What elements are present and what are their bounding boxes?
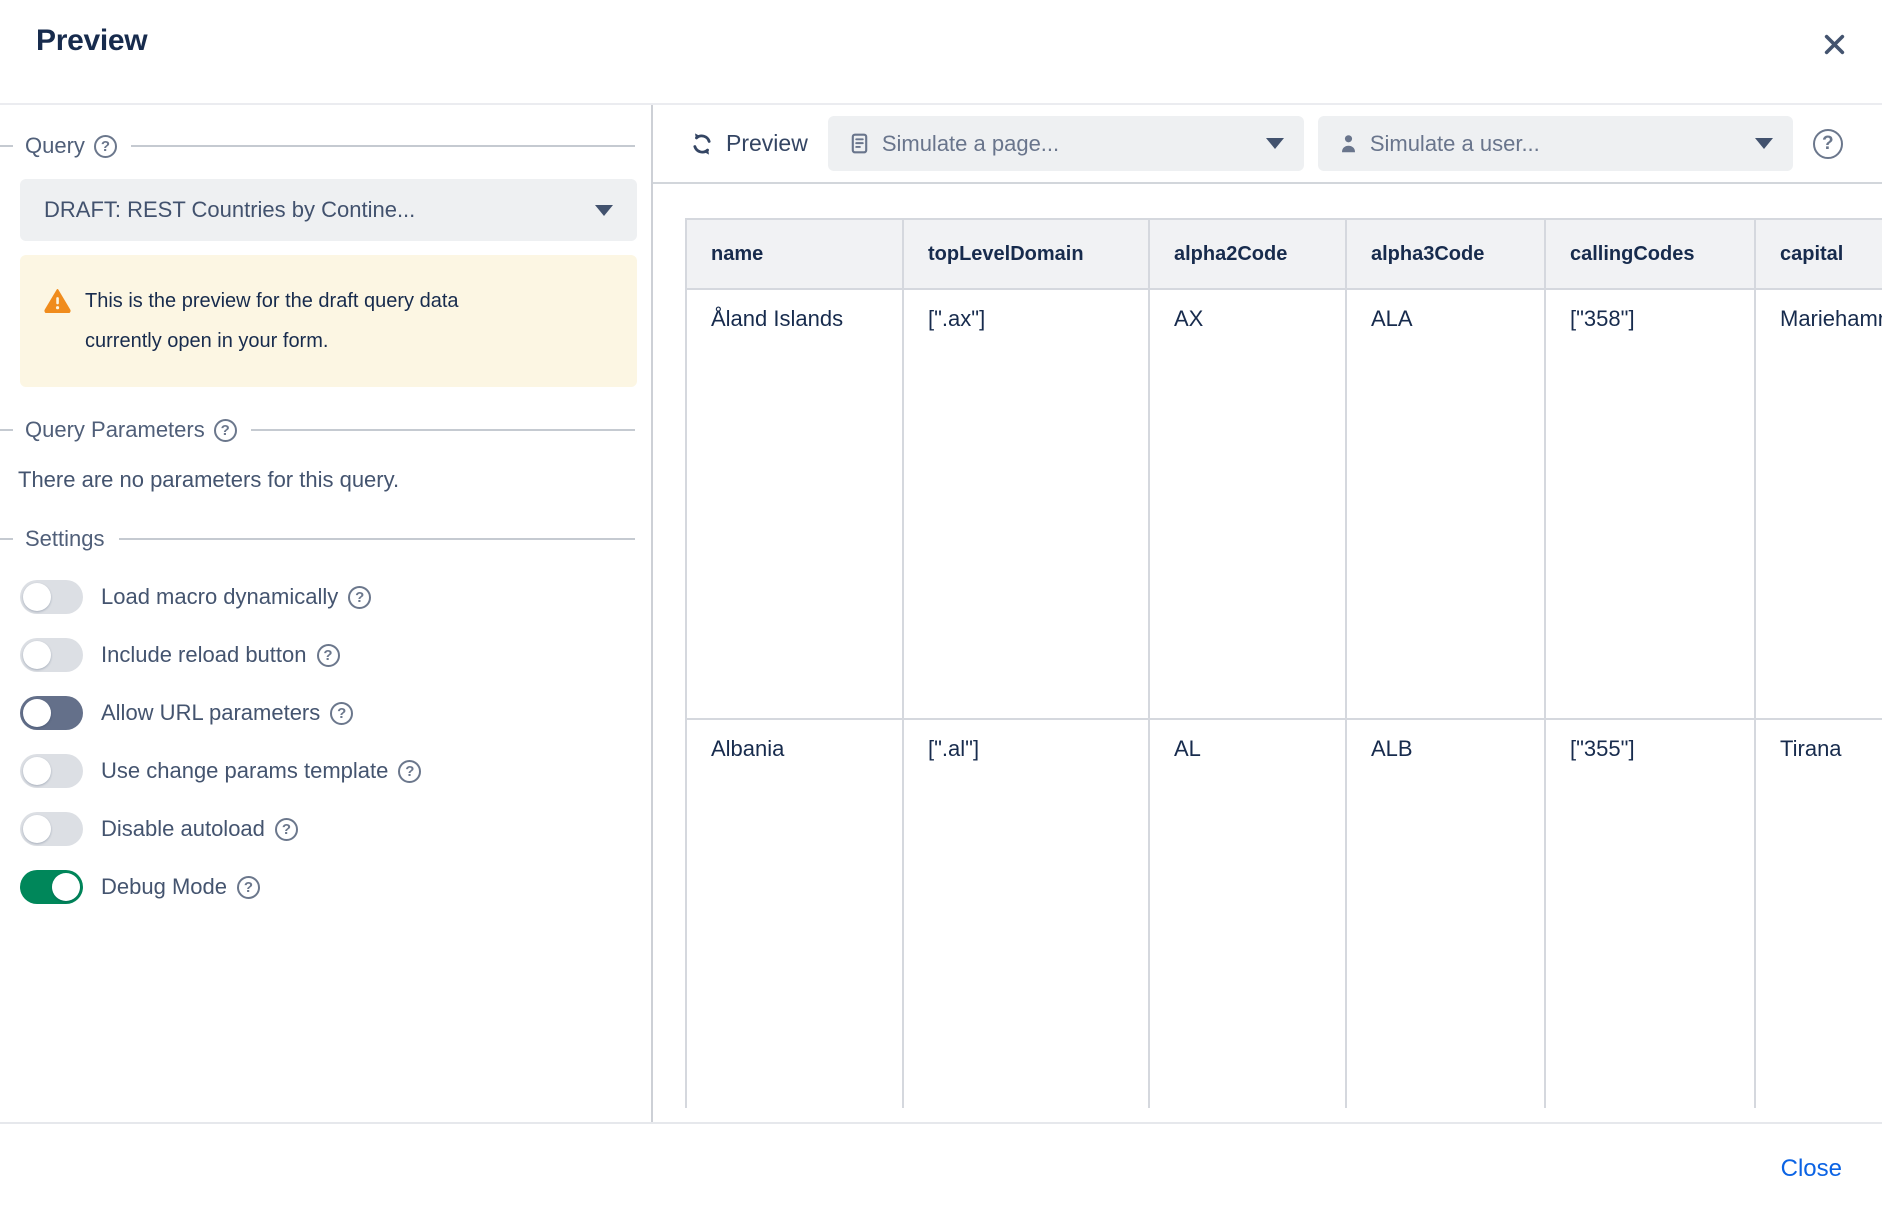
query-selected-value: DRAFT: REST Countries by Contine... [44,197,595,223]
table-cell: Tirana [1755,719,1882,1108]
table-cell: ALA [1346,289,1545,719]
toggle-label: Load macro dynamically [101,584,338,610]
query-select-dropdown[interactable]: DRAFT: REST Countries by Contine... [20,179,637,241]
legend-dash [0,429,13,431]
toggle-switch[interactable] [20,754,83,788]
modal-header: Preview [0,0,1882,105]
table-header-row: nametopLevelDomainalpha2Codealpha3Codeca… [686,219,1882,289]
chevron-down-icon [1755,138,1773,149]
help-icon[interactable]: ? [275,818,298,841]
toggle-knob [23,699,51,727]
legend-dash [0,538,13,540]
table-cell: [".al"] [903,719,1149,1108]
table-cell: ["355"] [1545,719,1755,1108]
results-table-viewport: nametopLevelDomainalpha2Codealpha3Codeca… [685,218,1882,1108]
simulate-page-dropdown[interactable]: Simulate a page... [828,116,1304,171]
legend-dash [0,145,13,147]
toggle-switch[interactable] [20,696,83,730]
refresh-icon [689,131,715,157]
column-header: alpha2Code [1149,219,1346,289]
setting-toggle-row: Include reload button ? [0,626,635,684]
no-parameters-message: There are no parameters for this query. [18,467,635,493]
help-icon[interactable]: ? [317,644,340,667]
help-icon[interactable]: ? [214,419,237,442]
page-icon [848,132,871,155]
toggle-knob [23,815,51,843]
toggle-switch[interactable] [20,638,83,672]
help-icon[interactable]: ? [1813,129,1843,159]
toggle-knob [23,757,51,785]
close-icon-button[interactable] [1818,28,1850,60]
modal-body: Query ? DRAFT: REST Countries by Contine… [0,105,1882,1122]
toggle-knob [23,583,51,611]
settings-section-legend: Settings [0,526,635,552]
warning-icon [44,288,71,313]
left-panel: Query ? DRAFT: REST Countries by Contine… [0,105,653,1122]
toggle-label: Allow URL parameters [101,700,320,726]
legend-line [131,145,635,147]
setting-toggle-row: Debug Mode ? [0,858,635,916]
preview-toolbar: Preview Simulate a page... [653,105,1882,184]
table-cell: Åland Islands [686,289,903,719]
table-row: Albania[".al"]ALALB["355"]Tirana [686,719,1882,1108]
preview-refresh-button[interactable]: Preview [689,130,808,157]
chevron-down-icon [595,205,613,216]
toggle-label: Include reload button [101,642,307,668]
simulate-user-dropdown[interactable]: Simulate a user... [1318,116,1793,171]
query-parameters-legend-label: Query Parameters [25,417,205,443]
column-header: capital [1755,219,1882,289]
toggle-switch[interactable] [20,870,83,904]
toggle-knob [23,641,51,669]
table-row: Åland Islands[".ax"]AXALA["358"]Marieham… [686,289,1882,719]
query-section-legend: Query ? [0,133,635,159]
warning-message: This is the preview for the draft query … [85,281,530,361]
toggle-switch[interactable] [20,580,83,614]
query-parameters-section-legend: Query Parameters ? [0,417,635,443]
toggle-switch[interactable] [20,812,83,846]
settings-legend-label: Settings [25,526,105,552]
settings-toggle-list: Load macro dynamically ? Include reload … [0,568,635,916]
table-cell: AX [1149,289,1346,719]
draft-warning-banner: This is the preview for the draft query … [20,255,637,387]
toggle-label: Disable autoload [101,816,265,842]
right-panel: Preview Simulate a page... [653,105,1882,1122]
legend-line [119,538,636,540]
table-cell: Mariehamn [1755,289,1882,719]
column-header: alpha3Code [1346,219,1545,289]
help-icon[interactable]: ? [398,760,421,783]
setting-toggle-row: Load macro dynamically ? [0,568,635,626]
table-cell: ["358"] [1545,289,1755,719]
help-icon[interactable]: ? [94,135,117,158]
table-cell: Albania [686,719,903,1108]
simulate-user-placeholder: Simulate a user... [1370,131,1755,157]
modal-footer: Close [0,1122,1882,1214]
table-cell: AL [1149,719,1346,1108]
setting-toggle-row: Disable autoload ? [0,800,635,858]
query-legend-label: Query [25,133,85,159]
toggle-knob [52,873,80,901]
toggle-label: Debug Mode [101,874,227,900]
chevron-down-icon [1266,138,1284,149]
table-cell: [".ax"] [903,289,1149,719]
column-header: topLevelDomain [903,219,1149,289]
setting-toggle-row: Use change params template ? [0,742,635,800]
close-button[interactable]: Close [1781,1155,1842,1183]
preview-button-label: Preview [726,130,808,157]
simulate-page-placeholder: Simulate a page... [882,131,1266,157]
column-header: name [686,219,903,289]
help-icon[interactable]: ? [348,586,371,609]
table-cell: ALB [1346,719,1545,1108]
query-results-table: nametopLevelDomainalpha2Codealpha3Codeca… [685,218,1882,1108]
user-icon [1338,133,1359,154]
help-icon[interactable]: ? [237,876,260,899]
close-icon [1821,31,1848,58]
legend-line [251,429,635,431]
help-icon[interactable]: ? [330,702,353,725]
column-header: callingCodes [1545,219,1755,289]
preview-modal: Preview Query ? DRAFT: REST Countries by… [0,0,1882,1214]
page-title: Preview [36,24,147,58]
toggle-label: Use change params template [101,758,388,784]
setting-toggle-row: Allow URL parameters ? [0,684,635,742]
